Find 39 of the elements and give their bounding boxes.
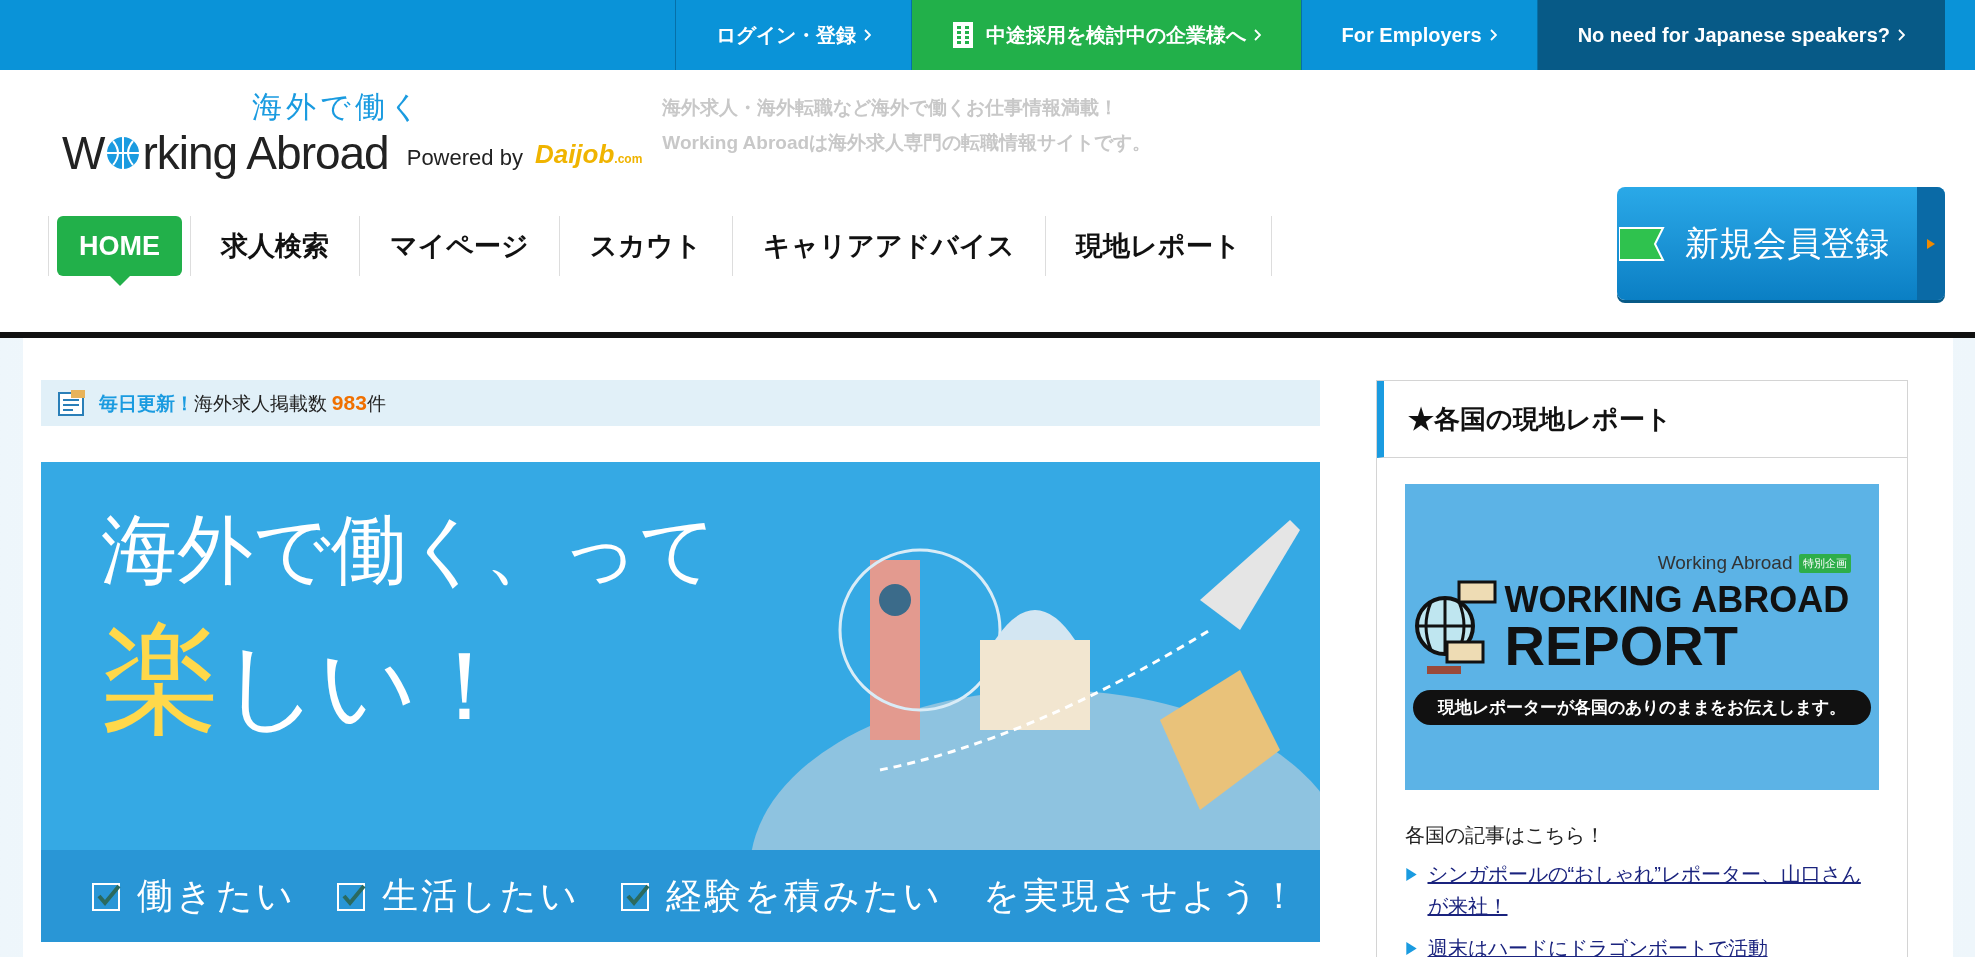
bullet-icon [1404, 942, 1418, 955]
nav-tab[interactable]: キャリアアドバイス [741, 215, 1037, 277]
job-count-text: 毎日更新！海外求人掲載数 983件 [98, 390, 386, 417]
intro-text: 各国の記事はこちら！ [1404, 823, 1606, 848]
banner-title: REPORT [1504, 617, 1739, 674]
report-banner[interactable]: Working Abroad 特別企画 WORKING ABROAD REPORT 現地レポーターが各国のありのままをお伝えします。 [1404, 484, 1879, 790]
nav-tab[interactable]: 求人検索 [199, 215, 351, 277]
chevron-icon [1489, 29, 1497, 41]
nav-tab[interactable]: マイページ [368, 215, 551, 277]
banner-caption: 現地レポーターが各国のありのままをお伝えします。 [1412, 689, 1871, 725]
checklist-text: 生活したい [381, 874, 580, 918]
checkbox-icon [90, 880, 123, 912]
bullet-icon [1404, 868, 1418, 881]
globe-icon [105, 135, 142, 171]
banner-badge: 特別企画 [1798, 554, 1851, 573]
checklist-tail-text: を実現させよう！ [982, 874, 1300, 918]
checkbox-icon [335, 880, 368, 912]
banner-brand: Working Abroad [1657, 551, 1793, 575]
tab-pointer-icon [109, 276, 130, 287]
panel-title: ★各国の現地レポート [1407, 402, 1672, 436]
top-bar-link[interactable]: No need for Japanese speakers? [1536, 0, 1945, 70]
hero-headline: 海外で働く、って [100, 512, 717, 588]
chevron-icon [863, 29, 871, 41]
notepad-icon [56, 389, 87, 417]
banner-title: WORKING ABROAD [1504, 581, 1850, 618]
checkbox-icon [619, 880, 652, 912]
nav-tab[interactable]: スカウト [568, 215, 724, 277]
arrow-icon [1926, 238, 1936, 249]
checklist-text: 経験を積みたい [665, 874, 943, 918]
article-link[interactable]: シンガポールの“おしゃれ”レポーター、山口さんが来社！ [1427, 858, 1879, 922]
nav-tab[interactable]: 現地レポート [1054, 215, 1263, 277]
partner-logo: Daijob.com [534, 138, 643, 171]
building-icon [951, 21, 974, 49]
checklist-text: 働きたい [136, 874, 296, 918]
logo-subtitle: 海外で働く [252, 92, 425, 122]
chevron-icon [1898, 29, 1905, 41]
powered-by-text: Powered by [406, 144, 523, 172]
chevron-icon [1253, 29, 1261, 41]
hero-headline: 楽 しい！ [100, 618, 514, 738]
